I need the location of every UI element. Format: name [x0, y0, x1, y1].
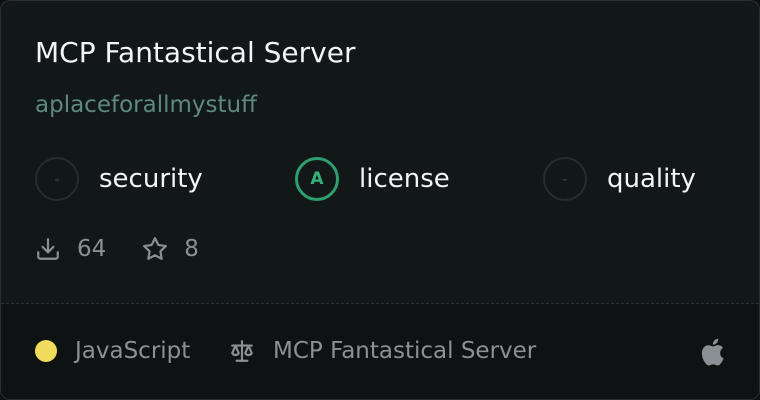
license-name: MCP Fantastical Server — [273, 338, 537, 364]
server-title[interactable]: MCP Fantastical Server — [35, 35, 355, 71]
downloads-stat: 64 — [35, 236, 106, 262]
stats-row: 64 8 — [35, 231, 199, 267]
license-score: A license — [295, 155, 450, 203]
quality-grade-ring: - — [543, 157, 587, 201]
stars-count: 8 — [184, 236, 199, 262]
quality-score: - quality — [543, 155, 696, 203]
language-color-dot — [35, 340, 57, 362]
security-label: security — [99, 164, 203, 194]
card-main: MCP Fantastical Server aplaceforallmystu… — [1, 1, 759, 303]
download-icon — [35, 236, 61, 262]
license-grade-ring: A — [295, 157, 339, 201]
star-icon — [142, 236, 168, 262]
downloads-count: 64 — [77, 236, 107, 262]
server-card[interactable]: MCP Fantastical Server aplaceforallmystu… — [0, 0, 760, 400]
language-label: JavaScript — [75, 338, 191, 364]
scale-icon — [229, 338, 255, 368]
security-score: - security — [35, 155, 203, 203]
license-label: license — [359, 164, 450, 194]
stars-stat: 8 — [142, 236, 199, 262]
quality-label: quality — [607, 164, 696, 194]
security-grade-ring: - — [35, 157, 79, 201]
author-link[interactable]: aplaceforallmystuff — [35, 89, 257, 121]
apple-icon — [699, 337, 725, 371]
